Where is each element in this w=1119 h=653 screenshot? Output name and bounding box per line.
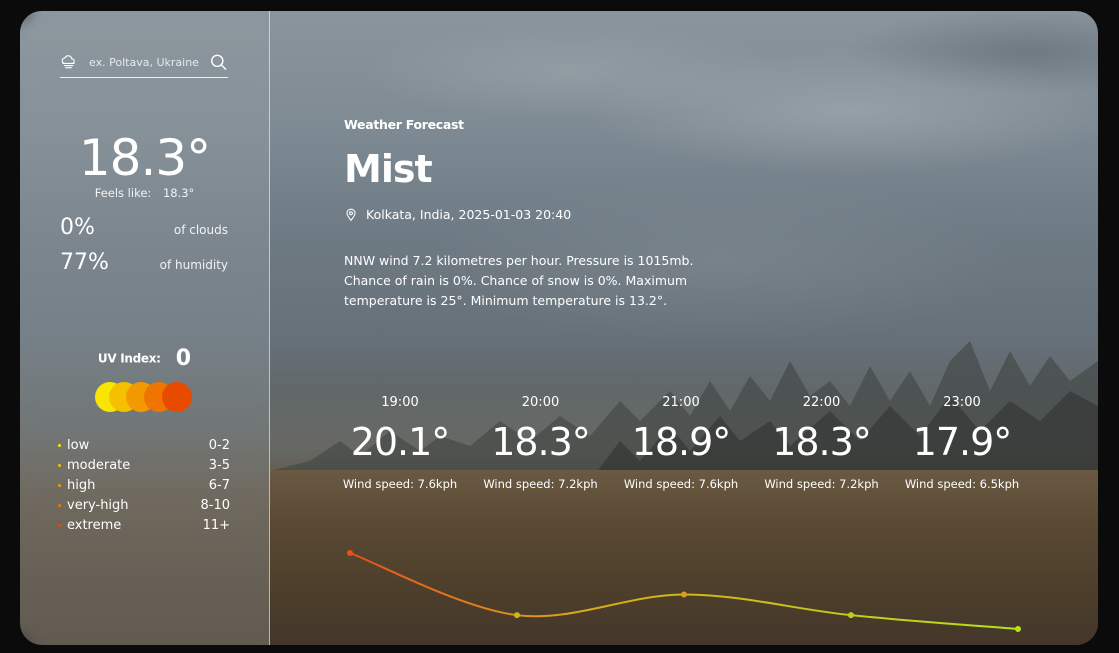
temperature-curve <box>347 550 1021 632</box>
uv-dot <box>162 382 192 412</box>
hour-wind-speed: Wind speed: 7.2kph <box>764 477 879 491</box>
uv-index-label: UV Index: <box>97 351 161 366</box>
temperature-curve-point <box>514 612 520 619</box>
uv-level-name: moderate <box>67 457 131 473</box>
uv-legend-item: moderate 3-5 <box>58 455 230 475</box>
clouds-value: 0% <box>60 215 95 240</box>
hour-time: 22:00 <box>802 395 841 410</box>
hour-temperature: 20.1° <box>350 420 451 464</box>
hour-time: 23:00 <box>943 395 981 410</box>
uv-legend-left: low <box>58 438 89 453</box>
weather-condition: Mist <box>344 147 433 191</box>
feels-like-label: Feels like: <box>94 186 152 200</box>
feels-like: Feels like: 18.3° <box>20 186 269 200</box>
feels-like-value: 18.3° <box>162 186 195 200</box>
uv-level-name: extreme <box>67 517 122 533</box>
clouds-stat: 0% of clouds <box>60 215 228 240</box>
uv-level-range: 8-10 <box>200 497 230 513</box>
search-icon[interactable] <box>209 52 228 72</box>
hour-time: 21:00 <box>662 395 700 410</box>
uv-level-range: 6-7 <box>208 477 230 493</box>
uv-legend-item: low 0-2 <box>58 435 230 455</box>
hour-temperature: 18.9° <box>631 420 732 464</box>
uv-bullet <box>58 523 61 527</box>
uv-legend-item: high 6-7 <box>58 475 230 495</box>
forecast-description: NNW wind 7.2 kilometres per hour. Pressu… <box>344 253 694 308</box>
uv-legend: low 0-2 moderate 3-5 high 6-7 very-high 8-10 ext… <box>58 435 230 535</box>
uv-legend-left: extreme <box>58 518 121 533</box>
location-pin-icon <box>346 208 356 221</box>
uv-index-value: 0 <box>175 346 192 371</box>
uv-bullet <box>58 503 61 507</box>
uv-legend-left: moderate <box>58 458 130 473</box>
hour-time: 19:00 <box>381 395 419 410</box>
search-bar <box>60 47 228 78</box>
humidity-value: 77% <box>60 250 109 275</box>
uv-index: UV Index: 0 <box>20 346 269 371</box>
hour-column: 21:00 18.9° Wind speed: 7.6kph <box>611 393 751 491</box>
uv-bullet <box>58 443 61 447</box>
forecast-header: Weather Forecast <box>344 117 464 132</box>
hour-column: 20:00 18.3° Wind speed: 7.2kph <box>471 393 611 491</box>
hour-column: 23:00 17.9° Wind speed: 6.5kph <box>892 393 1032 491</box>
uv-legend-left: high <box>58 478 95 493</box>
hour-wind-speed: Wind speed: 7.2kph <box>483 477 598 491</box>
location-text: Kolkata, India, 2025-01-03 20:40 <box>366 207 572 222</box>
uv-level-range: 11+ <box>202 517 230 533</box>
temperature-curve-point <box>1015 626 1021 632</box>
uv-scale-dots <box>95 382 215 414</box>
hour-temperature: 18.3° <box>491 420 591 464</box>
uv-level-name: low <box>67 437 90 453</box>
weather-card: 18.3° Feels like: 18.3° 0% of clouds 77%… <box>20 11 1098 645</box>
hour-wind-speed: Wind speed: 7.6kph <box>342 477 458 491</box>
search-input[interactable] <box>87 54 204 70</box>
uv-level-name: high <box>67 477 96 493</box>
temperature-curve-point <box>347 550 353 556</box>
temperature-curve-point <box>848 612 854 619</box>
sidebar: 18.3° Feels like: 18.3° 0% of clouds 77%… <box>20 11 270 645</box>
hourly-forecast: 19:00 20.1° Wind speed: 7.6kph 20:00 18.3° Wi… <box>330 393 1050 503</box>
location-line: Kolkata, India, 2025-01-03 20:40 <box>344 207 571 222</box>
cloud-icon <box>61 55 75 69</box>
uv-legend-item: extreme 11+ <box>58 515 230 535</box>
hour-time: 20:00 <box>521 395 560 410</box>
uv-legend-item: very-high 8-10 <box>58 495 230 515</box>
forecast-eyebrow: Weather Forecast <box>344 117 464 132</box>
clouds-label: of clouds <box>173 223 228 237</box>
uv-level-name: very-high <box>67 497 129 513</box>
uv-level-range: 0-2 <box>208 437 230 453</box>
hour-temperature: 18.3° <box>772 420 872 464</box>
hour-wind-speed: Wind speed: 6.5kph <box>904 477 1020 491</box>
humidity-stat: 77% of humidity <box>60 250 228 275</box>
hour-wind-speed: Wind speed: 7.6kph <box>623 477 739 491</box>
temperature-curve-point <box>681 591 687 598</box>
temperature-curve-line <box>349 552 1019 630</box>
current-temperature: 18.3° <box>78 129 211 187</box>
humidity-label: of humidity <box>159 258 228 272</box>
uv-bullet <box>58 463 61 467</box>
hour-column: 19:00 20.1° Wind speed: 7.6kph <box>330 393 470 491</box>
hour-column: 22:00 18.3° Wind speed: 7.2kph <box>752 393 892 491</box>
uv-level-range: 3-5 <box>208 457 230 473</box>
uv-legend-left: very-high <box>58 498 129 513</box>
hour-temperature: 17.9° <box>912 420 1013 464</box>
uv-bullet <box>58 483 61 487</box>
